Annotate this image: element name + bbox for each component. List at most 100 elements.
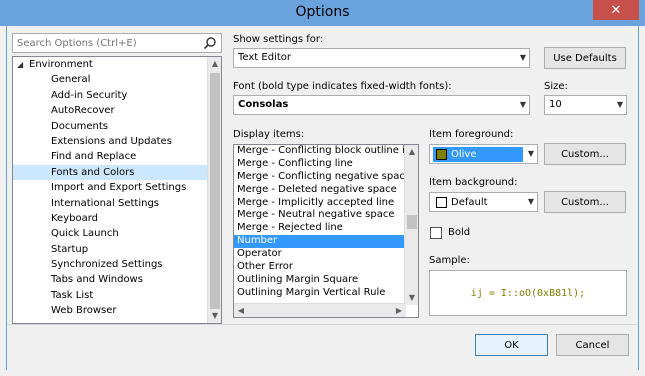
background-text: Default: [451, 197, 488, 208]
tree-scrollbar[interactable]: ▲ ▼: [207, 57, 221, 323]
tree-item-label: Synchronized Settings: [51, 259, 163, 271]
scroll-thumb[interactable]: [210, 73, 220, 309]
options-dialog: ◢Environment General Add-in Security AutoR…: [6, 26, 639, 370]
foreground-select[interactable]: Olive ▼: [429, 144, 538, 164]
tree-item-label: Environment: [29, 59, 93, 70]
foreground-value: Olive: [433, 147, 523, 162]
tree-item[interactable]: Find and Replace: [13, 149, 221, 164]
divider: [7, 324, 638, 325]
tree-item[interactable]: General: [13, 72, 221, 87]
foreground-custom-button[interactable]: Custom...: [544, 143, 626, 165]
sample-label: Sample:: [429, 255, 470, 266]
background-swatch: [436, 197, 447, 208]
tree-item[interactable]: AutoRecover: [13, 103, 221, 118]
title-bar: Options ✕: [0, 0, 645, 26]
tree-item[interactable]: Web Browser: [13, 303, 221, 318]
chevron-down-icon: ▼: [527, 197, 534, 206]
tree-item-label: Quick Launch: [51, 228, 119, 240]
use-defaults-button[interactable]: Use Defaults: [544, 47, 626, 69]
tree-item-environment[interactable]: ◢ Environment: [13, 57, 221, 72]
scroll-up-icon[interactable]: ▲: [405, 145, 418, 159]
font-select[interactable]: Consolas ▼: [233, 95, 530, 115]
tree-item-label: Task List: [51, 289, 94, 301]
sample-text: ij = I::oO(0xB81l);: [470, 287, 586, 299]
list-scrollbar[interactable]: ▲ ▼: [404, 145, 418, 305]
scroll-up-icon[interactable]: ▲: [208, 57, 221, 71]
list-item[interactable]: Merge - Deleted negative space: [234, 184, 418, 197]
list-item[interactable]: Merge - Neutral negative space: [234, 209, 418, 222]
list-item[interactable]: Merge - Implicitly accepted line: [234, 197, 418, 210]
background-value: Default: [433, 195, 491, 210]
collapse-icon[interactable]: ◢: [17, 57, 29, 72]
chevron-down-icon: ▼: [616, 100, 623, 109]
tree-item[interactable]: Startup: [13, 242, 221, 257]
options-tree[interactable]: ◢ Environment General Add-in Security AutoR…: [12, 56, 222, 324]
tree-item[interactable]: Task List: [13, 288, 221, 303]
window-title: Options: [295, 4, 350, 20]
list-item-label: Other Error: [237, 261, 293, 273]
tree-item-label: Fonts and Colors: [51, 166, 135, 178]
tree-item[interactable]: Fonts and Colors: [13, 164, 221, 181]
list-item[interactable]: Other Error: [234, 261, 418, 274]
tree-item[interactable]: Keyboard: [13, 211, 221, 226]
scroll-down-icon[interactable]: ▼: [405, 291, 418, 305]
tree-item[interactable]: Quick Launch: [13, 226, 221, 241]
tree-item-label: General: [51, 74, 91, 86]
font-value: Consolas: [238, 99, 289, 110]
chevron-down-icon: ▼: [519, 53, 526, 62]
chevron-down-icon: ▼: [527, 149, 534, 158]
list-item[interactable]: Merge - Conflicting negative space: [234, 171, 418, 184]
background-select[interactable]: Default ▼: [429, 192, 538, 212]
ok-button[interactable]: OK: [475, 334, 548, 356]
show-settings-select[interactable]: Text Editor ▼: [233, 48, 530, 68]
tree-item-label: International Settings: [51, 197, 160, 209]
tree-item[interactable]: Documents: [13, 119, 221, 134]
list-item[interactable]: Merge - Rejected line: [234, 222, 418, 235]
list-item[interactable]: Outlining Margin Vertical Rule: [234, 287, 418, 300]
bold-checkbox[interactable]: [430, 227, 442, 239]
scroll-thumb[interactable]: [407, 215, 417, 229]
list-item-label: Number: [237, 235, 278, 247]
display-items-list[interactable]: Merge - Conflicting block outline ind Mer…: [233, 144, 419, 318]
tree-item[interactable]: Import and Export Settings: [13, 180, 221, 195]
list-item-label: Merge - Deleted negative space: [237, 183, 397, 195]
tree-item[interactable]: Add-in Security: [13, 88, 221, 103]
list-item-label: Merge - Conflicting negative space: [237, 170, 412, 182]
list-horizontal-scrollbar[interactable]: ◀ ▶: [234, 303, 406, 317]
size-select[interactable]: 10 ▼: [544, 95, 627, 115]
show-settings-label: Show settings for:: [233, 34, 324, 45]
search-box[interactable]: [12, 33, 222, 53]
tree-item-label: Tabs and Windows: [51, 274, 143, 286]
tree-item[interactable]: Tabs and Windows: [13, 272, 221, 287]
font-label: Font (bold type indicates fixed-width fo…: [233, 81, 452, 92]
tree-item[interactable]: Extensions and Updates: [13, 134, 221, 149]
search-icon[interactable]: [203, 36, 217, 50]
search-input[interactable]: [13, 34, 193, 52]
tree-item-label: Extensions and Updates: [51, 135, 172, 147]
item-background-label: Item background:: [429, 177, 518, 188]
list-item[interactable]: Merge - Conflicting block outline ind: [234, 145, 418, 158]
list-item[interactable]: Merge - Conflicting line: [234, 158, 418, 171]
list-item[interactable]: Outlining Margin Square: [234, 274, 418, 287]
list-item-label: Operator: [237, 248, 282, 260]
list-item-label: Merge - Conflicting line: [237, 157, 353, 169]
size-label: Size:: [544, 81, 568, 92]
list-item[interactable]: Number: [234, 235, 418, 249]
list-item-label: Outlining Margin Vertical Rule: [237, 286, 386, 298]
list-item[interactable]: Operator: [234, 248, 418, 261]
size-value: 10: [549, 99, 562, 110]
close-button[interactable]: ✕: [593, 0, 639, 20]
scroll-right-icon[interactable]: ▶: [392, 304, 406, 317]
show-settings-value: Text Editor: [238, 52, 291, 63]
tree-item-label: Import and Export Settings: [51, 182, 187, 194]
cancel-button[interactable]: Cancel: [556, 334, 629, 356]
scroll-down-icon[interactable]: ▼: [208, 309, 221, 323]
tree-item-label: Startup: [51, 243, 89, 255]
tree-item[interactable]: International Settings: [13, 196, 221, 211]
scroll-left-icon[interactable]: ◀: [234, 304, 248, 317]
tree-item[interactable]: Synchronized Settings: [13, 257, 221, 272]
bold-label: Bold: [448, 227, 471, 238]
foreground-swatch: [436, 149, 447, 160]
background-custom-button[interactable]: Custom...: [544, 191, 626, 213]
tree-item-label: Find and Replace: [51, 151, 137, 163]
